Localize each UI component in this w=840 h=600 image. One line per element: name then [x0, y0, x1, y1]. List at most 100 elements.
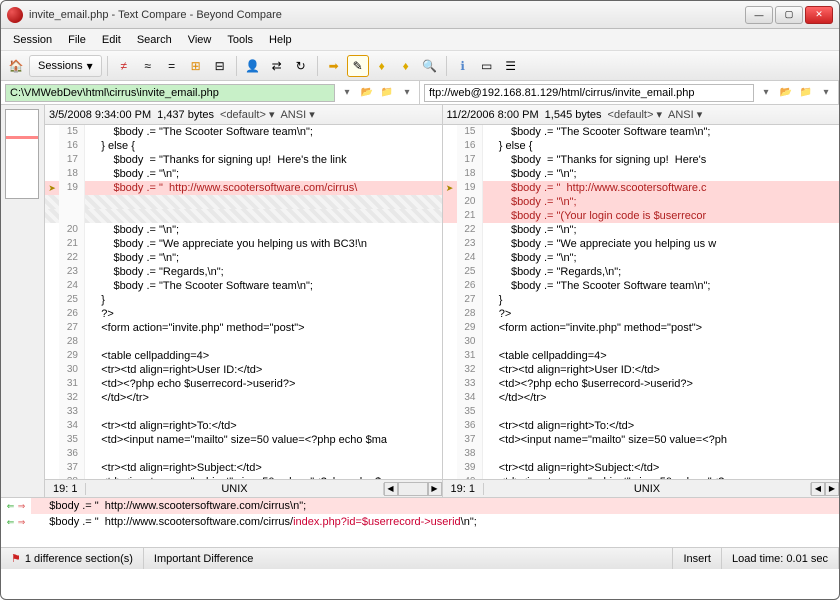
code-line[interactable]: 37 <td><input name="mailto" size=50 valu… [443, 433, 840, 447]
menu-search[interactable]: Search [129, 31, 180, 49]
rules-icon[interactable]: ⊞ [185, 55, 207, 77]
code-line[interactable]: 25 } [45, 293, 442, 307]
code-line[interactable]: 36 <tr><td align=right>To:</td> [443, 419, 840, 433]
code-line[interactable]: 34 <tr><td align=right>To:</td> [45, 419, 442, 433]
code-line[interactable]: ➤19 $body .= " http://www.scootersoftwar… [45, 181, 442, 195]
take-right-icon[interactable]: ⇒ [17, 517, 27, 527]
next-diff-icon[interactable]: ♦ [395, 55, 417, 77]
menu-edit[interactable]: Edit [94, 31, 129, 49]
code-line[interactable]: 26 $body .= "The Scooter Software team\n… [443, 279, 840, 293]
code-line[interactable]: 29 <table cellpadding=4> [45, 349, 442, 363]
not-equal-icon[interactable]: ≠ [113, 55, 135, 77]
take-left-icon[interactable]: ⇐ [6, 517, 16, 527]
format-icon[interactable]: ⊟ [209, 55, 231, 77]
code-line[interactable]: 17 $body = "Thanks for signing up! Here'… [45, 153, 442, 167]
open-folder-icon[interactable]: 📂 [778, 85, 794, 101]
code-line[interactable]: 37 <tr><td align=right>Subject:</td> [45, 461, 442, 475]
code-line[interactable]: 24 $body .= "\n"; [443, 251, 840, 265]
code-line[interactable]: 21 $body .= "(Your login code is $userre… [443, 209, 840, 223]
code-line[interactable]: 40 <td><input name="subject" size=50 val… [443, 475, 840, 479]
code-line[interactable]: 24 $body .= "The Scooter Software team\n… [45, 279, 442, 293]
code-line[interactable]: 32 </td></tr> [45, 391, 442, 405]
menu-session[interactable]: Session [5, 31, 60, 49]
left-path-input[interactable] [5, 84, 335, 102]
code-line[interactable] [45, 195, 442, 209]
reload-icon[interactable]: ↻ [290, 55, 312, 77]
thumbnail-strip[interactable] [1, 105, 45, 497]
code-line[interactable]: ➤19 $body .= " http://www.scootersoftwar… [443, 181, 840, 195]
take-right-icon[interactable]: ⇒ [17, 501, 27, 511]
dropdown-icon[interactable]: ▾ [818, 85, 834, 101]
code-line[interactable]: 20 $body .= "\n"; [443, 195, 840, 209]
home-icon[interactable]: 🏠 [5, 55, 27, 77]
code-line[interactable]: 29 <form action="invite.php" method="pos… [443, 321, 840, 335]
code-line[interactable]: 18 $body .= "\n"; [443, 167, 840, 181]
code-line[interactable]: 28 ?> [443, 307, 840, 321]
code-line[interactable]: 23 $body .= "We appreciate you helping u… [443, 237, 840, 251]
person-icon[interactable]: 👤 [242, 55, 264, 77]
code-line[interactable]: 27 <form action="invite.php" method="pos… [45, 321, 442, 335]
code-line[interactable]: 21 $body .= "We appreciate you helping u… [45, 237, 442, 251]
dropdown-icon[interactable]: ▾ [399, 85, 415, 101]
copy-right-icon[interactable]: ➡ [323, 55, 345, 77]
info-icon[interactable]: ℹ [452, 55, 474, 77]
right-path-input[interactable] [424, 84, 754, 102]
code-line[interactable]: 33 [45, 405, 442, 419]
menu-file[interactable]: File [60, 31, 94, 49]
maximize-button[interactable] [775, 6, 803, 24]
code-line[interactable]: 35 <td><input name="mailto" size=50 valu… [45, 433, 442, 447]
code-line[interactable]: 28 [45, 335, 442, 349]
code-line[interactable]: 20 $body .= "\n"; [45, 223, 442, 237]
open-folder-icon[interactable]: 📂 [359, 85, 375, 101]
code-line[interactable]: 16 } else { [45, 139, 442, 153]
code-line[interactable]: 31 <td><?php echo $userrecord->userid?> [45, 377, 442, 391]
code-line[interactable]: 34 </td></tr> [443, 391, 840, 405]
code-line[interactable]: 38 [443, 447, 840, 461]
layout1-icon[interactable]: ▭ [476, 55, 498, 77]
take-left-icon[interactable]: ⇐ [6, 501, 16, 511]
merge-line[interactable]: ⇐⇒ $body .= " http://www.scootersoftware… [1, 514, 839, 530]
code-line[interactable]: 35 [443, 405, 840, 419]
right-enc1[interactable]: <default> ▾ [608, 108, 662, 121]
code-line[interactable]: 30 [443, 335, 840, 349]
layout2-icon[interactable]: ☰ [500, 55, 522, 77]
code-line[interactable]: 39 <tr><td align=right>Subject:</td> [443, 461, 840, 475]
overview-thumb[interactable] [5, 109, 39, 199]
browse-icon[interactable]: 📁 [798, 85, 814, 101]
code-line[interactable]: 33 <td><?php echo $userrecord->userid?> [443, 377, 840, 391]
browse-icon[interactable]: 📁 [379, 85, 395, 101]
left-enc1[interactable]: <default> ▾ [220, 108, 274, 121]
edit-icon[interactable]: ✎ [347, 55, 369, 77]
scroll-right-icon[interactable]: ▶ [428, 482, 442, 496]
code-line[interactable]: 16 } else { [443, 139, 840, 153]
code-line[interactable]: 36 [45, 447, 442, 461]
swap-icon[interactable]: ⇄ [266, 55, 288, 77]
menu-tools[interactable]: Tools [219, 31, 261, 49]
code-line[interactable]: 15 $body .= "The Scooter Software team\n… [443, 125, 840, 139]
dropdown-icon[interactable]: ▾ [758, 85, 774, 101]
minimize-button[interactable] [745, 6, 773, 24]
code-line[interactable]: 25 $body .= "Regards,\n"; [443, 265, 840, 279]
code-line[interactable]: 15 $body .= "The Scooter Software team\n… [45, 125, 442, 139]
left-enc2[interactable]: ANSI ▾ [280, 108, 314, 121]
code-line[interactable]: 22 $body .= "\n"; [45, 251, 442, 265]
code-line[interactable]: 38 <td><input name="subject" size=50 val… [45, 475, 442, 479]
scroll-left-icon[interactable]: ◀ [811, 482, 825, 496]
find-icon[interactable]: 🔍 [419, 55, 441, 77]
prev-diff-icon[interactable]: ♦ [371, 55, 393, 77]
code-line[interactable]: 22 $body .= "\n"; [443, 223, 840, 237]
code-line[interactable]: 18 $body .= "\n"; [45, 167, 442, 181]
dropdown-icon[interactable]: ▾ [339, 85, 355, 101]
equal-icon[interactable]: = [161, 55, 183, 77]
code-line[interactable]: 32 <tr><td align=right>User ID:</td> [443, 363, 840, 377]
scroll-left-icon[interactable]: ◀ [384, 482, 398, 496]
code-line[interactable]: 23 $body .= "Regards,\n"; [45, 265, 442, 279]
approx-equal-icon[interactable]: ≈ [137, 55, 159, 77]
code-line[interactable]: 27 } [443, 293, 840, 307]
code-line[interactable]: 31 <table cellpadding=4> [443, 349, 840, 363]
code-line[interactable]: 17 $body = "Thanks for signing up! Here'… [443, 153, 840, 167]
scroll-thumb[interactable] [398, 482, 428, 496]
code-line[interactable]: 30 <tr><td align=right>User ID:</td> [45, 363, 442, 377]
code-line[interactable]: 26 ?> [45, 307, 442, 321]
sessions-button[interactable]: Sessions ▾ [29, 55, 102, 77]
